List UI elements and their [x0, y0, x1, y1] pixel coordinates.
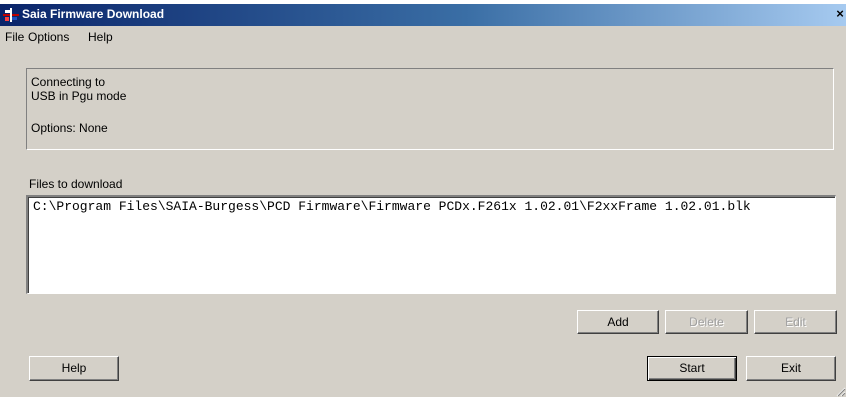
menu-file[interactable]: File: [5, 30, 24, 44]
connection-mode: USB in Pgu mode: [31, 89, 127, 103]
menu-help[interactable]: Help: [88, 30, 113, 44]
delete-button[interactable]: Delete: [665, 310, 748, 334]
options-status: Options: None: [31, 121, 108, 135]
firmware-download-window: Saia Firmware Download × File Options He…: [0, 4, 846, 397]
files-to-download-label: Files to download: [29, 177, 123, 191]
close-icon[interactable]: ×: [832, 6, 846, 22]
help-button[interactable]: Help: [29, 356, 119, 381]
menu-bar: File Options Help: [0, 27, 846, 47]
menu-options[interactable]: Options: [28, 30, 69, 44]
files-listbox[interactable]: C:\Program Files\SAIA-Burgess\PCD Firmwa…: [26, 195, 836, 294]
start-button[interactable]: Start: [647, 356, 737, 381]
window-title: Saia Firmware Download: [22, 7, 165, 21]
resize-grip-icon[interactable]: [834, 385, 846, 397]
edit-button[interactable]: Edit: [754, 310, 837, 334]
exit-button[interactable]: Exit: [746, 356, 836, 381]
connecting-label: Connecting to: [31, 75, 106, 89]
add-button[interactable]: Add: [577, 310, 659, 334]
file-list-item[interactable]: C:\Program Files\SAIA-Burgess\PCD Firmwa…: [33, 199, 751, 214]
title-bar[interactable]: Saia Firmware Download ×: [0, 4, 846, 26]
connection-info-box: Connecting to USB in Pgu mode Options: N…: [26, 68, 834, 150]
saia-app-icon[interactable]: [3, 7, 19, 23]
